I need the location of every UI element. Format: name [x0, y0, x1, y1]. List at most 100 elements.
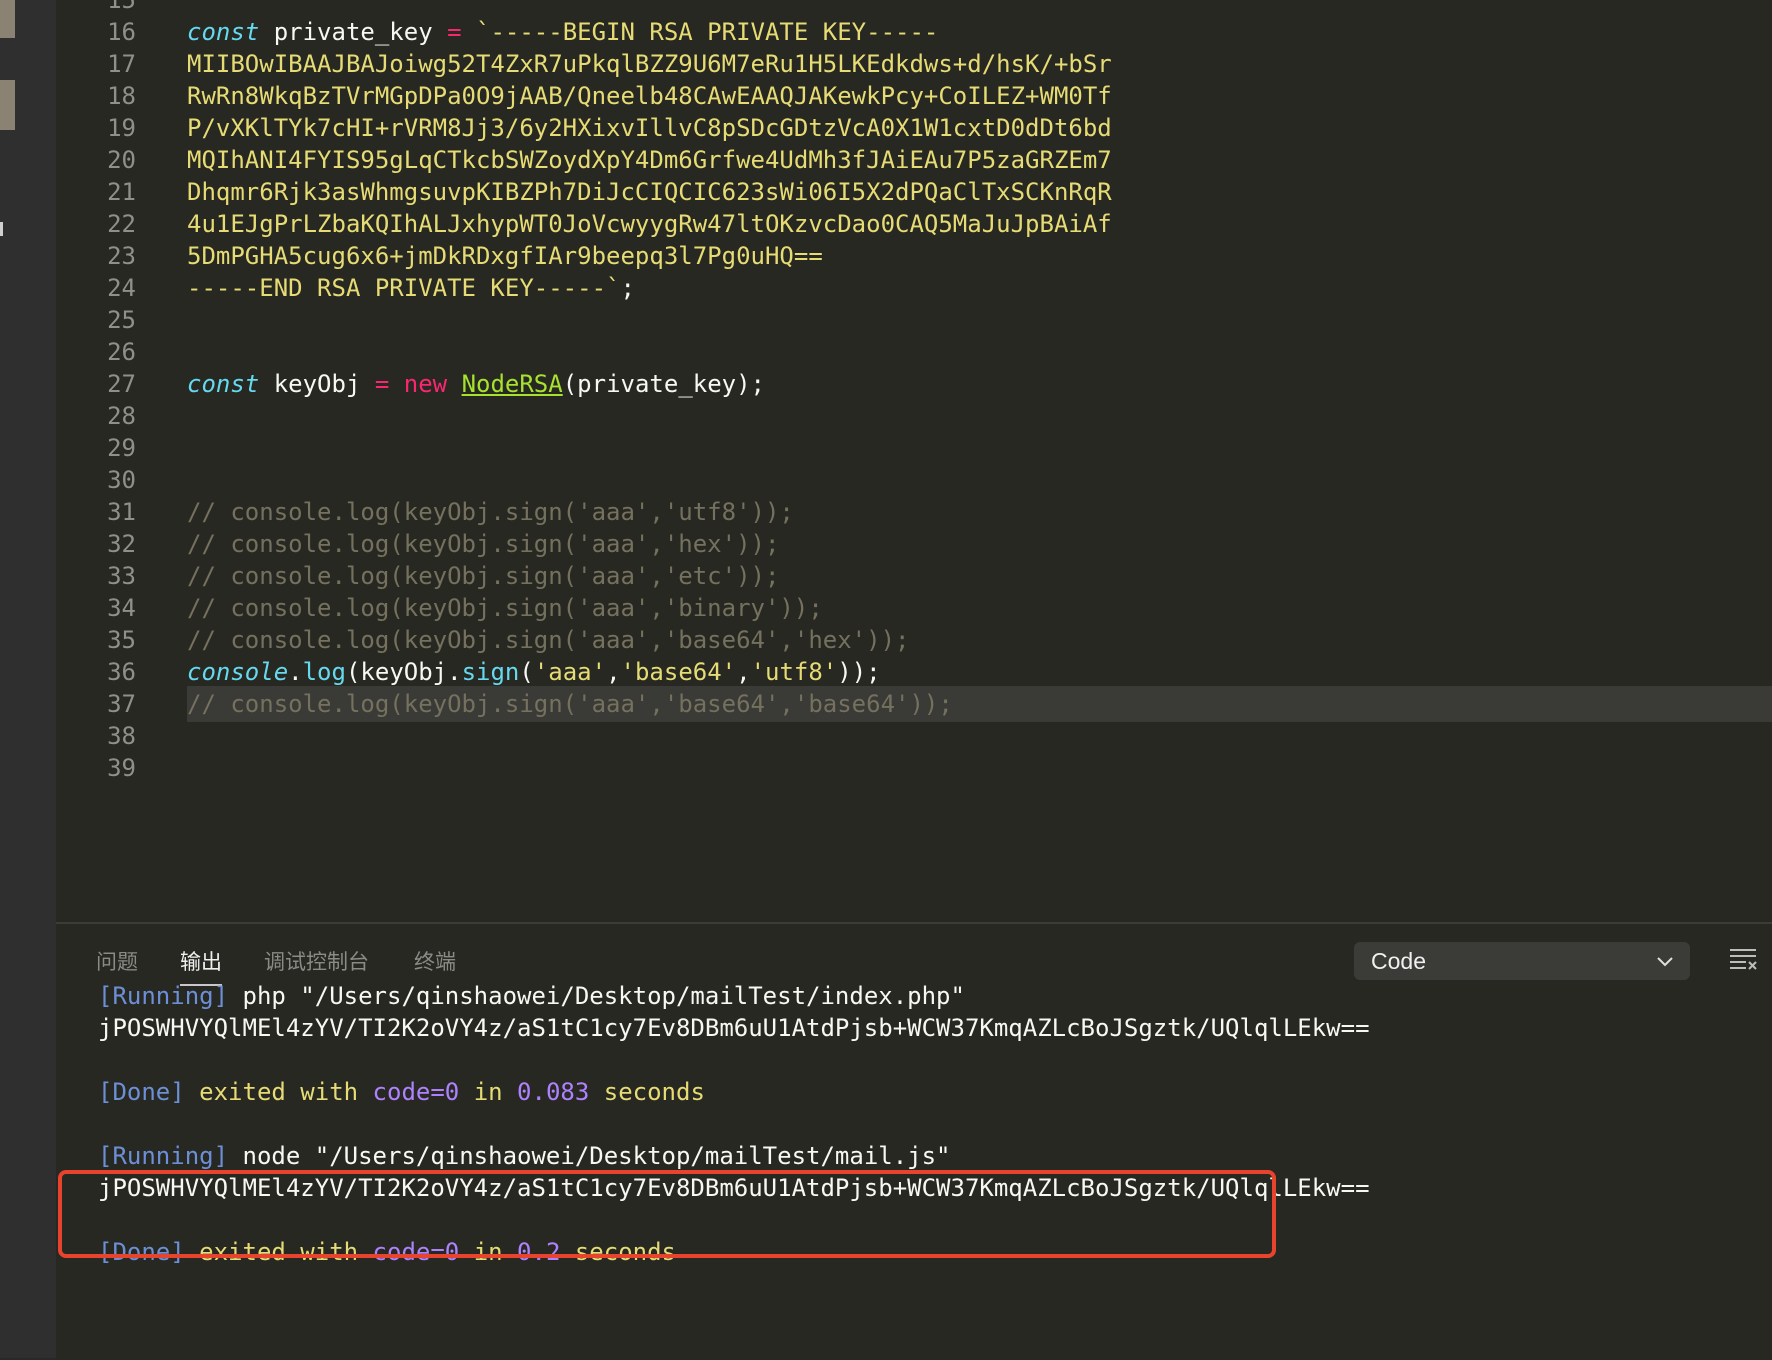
activity-bar-indicator — [0, 222, 3, 236]
code-text: MIIBOwIBAAJBAJoiwg52T4ZxR7uPkqlBZZ9U6M7e… — [187, 46, 1772, 82]
code-token: MIIBOwIBAAJBAJoiwg52T4ZxR7uPkqlBZZ9U6M7e… — [187, 50, 1112, 78]
output-line: [Running] php "/Users/qinshaowei/Desktop… — [98, 978, 965, 1014]
code-line: 39 — [56, 750, 1772, 786]
output-line: [Running] node "/Users/qinshaowei/Deskto… — [98, 1138, 951, 1174]
code-line: 38 — [56, 718, 1772, 754]
code-token: 4u1EJgPrLZbaKQIhALJxhypWT0JoVcwyygRw47lt… — [187, 210, 1112, 238]
code-token: NodeRSA — [461, 370, 563, 398]
line-number: 16 — [107, 18, 136, 46]
tab-debug-console[interactable]: 调试控制台 — [264, 944, 369, 980]
line-number: 23 — [107, 242, 136, 270]
code-token: 5DmPGHA5cug6x6+jmDkRDxgfIAr9beepq3l7Pg0u… — [187, 242, 823, 270]
output-token: node "/Users/qinshaowei/Desktop/mailTest… — [228, 1142, 951, 1170]
line-number: 28 — [107, 402, 136, 430]
code-token: // console.log(keyObj.sign('aaa','base64… — [187, 626, 910, 654]
code-line: 26 — [56, 334, 1772, 370]
output-token: [Running] — [98, 982, 229, 1010]
code-token: sign — [461, 658, 520, 686]
code-token: ( — [519, 658, 534, 686]
code-line: 29 — [56, 430, 1772, 466]
line-number: 24 — [107, 274, 136, 302]
tab-terminal[interactable]: 终端 — [414, 944, 456, 980]
output-token: [Running] — [98, 1142, 229, 1170]
line-number: 36 — [107, 658, 136, 686]
line-number: 27 — [107, 370, 136, 398]
code-token: // console.log(keyObj.sign('aaa','etc'))… — [187, 562, 780, 590]
code-text: 5DmPGHA5cug6x6+jmDkRDxgfIAr9beepq3l7Pg0u… — [187, 238, 1772, 274]
code-line: 37 // console.log(keyObj.sign('aaa','base… — [56, 686, 1772, 722]
code-token: Dhqmr6Rjk3asWhmgsuvpKIBZPh7DiJcCIQCIC623… — [187, 178, 1112, 206]
output-panel: 问题 输出 调试控制台 终端 Code [Running] php "/User… — [56, 922, 1772, 1360]
line-number: 17 — [107, 50, 136, 78]
code-line: 18 RwRn8WkqBzTVrMGpDPa0O9jAAB/Qneelb48CAw… — [56, 78, 1772, 114]
code-text: console.log(keyObj.sign('aaa','base64','… — [187, 654, 1772, 690]
code-token: )); — [837, 658, 881, 686]
code-line: 28 — [56, 398, 1772, 434]
line-number: 34 — [107, 594, 136, 622]
code-text: -----END RSA PRIVATE KEY-----`; — [187, 270, 1772, 306]
line-number: 19 — [107, 114, 136, 142]
code-text: Dhqmr6Rjk3asWhmgsuvpKIBZPh7DiJcCIQCIC623… — [187, 174, 1772, 210]
code-token: 'aaa' — [533, 658, 607, 686]
output-line: [Done] exited with code=0 in 0.083 secon… — [98, 1074, 705, 1110]
line-number: 33 — [107, 562, 136, 590]
line-number: 35 — [107, 626, 136, 654]
code-line: 16 const private_key = `-----BEGIN RSA PR… — [56, 14, 1772, 50]
code-token: const — [187, 370, 260, 398]
code-text: RwRn8WkqBzTVrMGpDPa0O9jAAB/Qneelb48CAwEA… — [187, 78, 1772, 114]
code-text: const private_key = `-----BEGIN RSA PRIV… — [187, 14, 1772, 50]
output-token: php "/Users/qinshaowei/Desktop/mailTest/… — [228, 982, 965, 1010]
code-line: 20 MQIhANI4FYIS95gLqCTkcbSWZoydXpY4Dm6Grf… — [56, 142, 1772, 178]
code-text: // console.log(keyObj.sign('aaa','base64… — [187, 622, 1772, 658]
code-token: new — [403, 370, 448, 398]
code-line: 36 console.log(keyObj.sign('aaa','base64'… — [56, 654, 1772, 690]
output-token: [Done] — [98, 1078, 185, 1106]
code-text: 4u1EJgPrLZbaKQIhALJxhypWT0JoVcwyygRw47lt… — [187, 206, 1772, 242]
code-token: `-----BEGIN RSA PRIVATE KEY----- — [461, 18, 939, 46]
code-token: const — [187, 18, 260, 46]
activity-bar-marker — [0, 80, 15, 130]
code-token: , — [606, 658, 621, 686]
code-token: MQIhANI4FYIS95gLqCTkcbSWZoydXpY4Dm6Grfwe… — [187, 146, 1112, 174]
clear-output-icon[interactable] — [1728, 946, 1758, 974]
output-line: jPOSWHVYQlMEl4zYV/TI2K2oVY4z/aS1tC1cy7Ev… — [98, 1010, 1370, 1046]
line-number: 39 — [107, 754, 136, 782]
code-text: P/vXKlTYk7cHI+rVRM8Jj3/6y2HXixvIllvC8pSD… — [187, 110, 1772, 146]
line-number: 26 — [107, 338, 136, 366]
output-token: code=0 — [372, 1078, 460, 1106]
code-token: // console.log(keyObj.sign('aaa','binary… — [187, 594, 823, 622]
line-number: 21 — [107, 178, 136, 206]
code-token: RwRn8WkqBzTVrMGpDPa0O9jAAB/Qneelb48CAwEA… — [187, 82, 1112, 110]
code-line: 24 -----END RSA PRIVATE KEY-----`; — [56, 270, 1772, 306]
line-number: 37 — [107, 690, 136, 718]
line-number: 20 — [107, 146, 136, 174]
code-text: // console.log(keyObj.sign('aaa','binary… — [187, 590, 1772, 626]
code-token: // console.log(keyObj.sign('aaa','base64… — [187, 690, 953, 718]
line-number: 18 — [107, 82, 136, 110]
code-token: keyObj — [259, 370, 375, 398]
code-token: (keyObj. — [345, 658, 462, 686]
code-editor[interactable]: 15 16 const private_key = `-----BEGIN RSA … — [56, 0, 1772, 922]
code-token: console — [187, 658, 289, 686]
code-token: , — [736, 658, 751, 686]
code-text: // console.log(keyObj.sign('aaa','utf8')… — [187, 494, 1772, 530]
code-token: ; — [620, 274, 635, 302]
tab-problems[interactable]: 问题 — [96, 944, 138, 980]
code-text: MQIhANI4FYIS95gLqCTkcbSWZoydXpY4Dm6Grfwe… — [187, 142, 1772, 178]
code-token: // console.log(keyObj.sign('aaa','hex'))… — [187, 530, 780, 558]
output-token: 0.083 — [517, 1078, 590, 1106]
highlight-annotation-box — [58, 1170, 1276, 1258]
tab-output[interactable]: 输出 — [180, 944, 222, 986]
chevron-down-icon — [1657, 957, 1673, 967]
code-text: const keyObj = new NodeRSA(private_key); — [187, 366, 1772, 402]
activity-bar — [0, 0, 56, 1358]
code-line: 17 MIIBOwIBAAJBAJoiwg52T4ZxR7uPkqlBZZ9U6M… — [56, 46, 1772, 82]
code-line: 30 — [56, 462, 1772, 498]
code-token: = — [447, 18, 462, 46]
output-channel-select[interactable]: Code — [1354, 942, 1690, 980]
output-token: exited with — [184, 1078, 373, 1106]
activity-bar-marker-top — [0, 0, 15, 38]
output-channel-label: Code — [1371, 948, 1426, 974]
